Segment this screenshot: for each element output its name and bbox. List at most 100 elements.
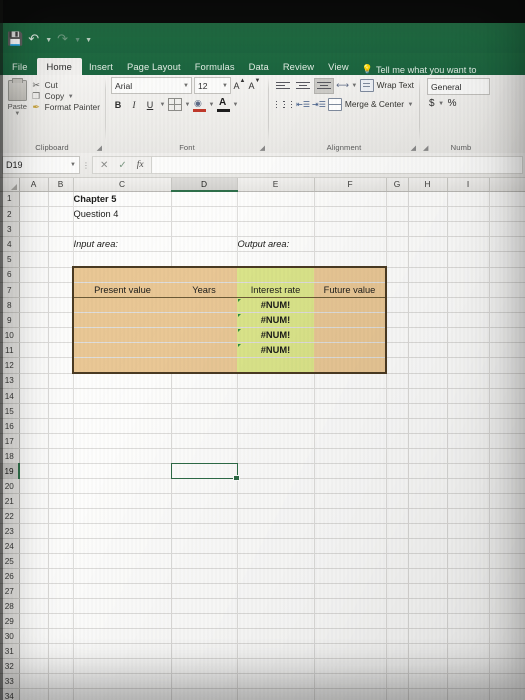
cell-c27[interactable] (73, 583, 172, 599)
cell-h23[interactable] (408, 523, 448, 539)
cell-c24[interactable] (73, 538, 172, 554)
cell-e29[interactable] (237, 613, 315, 629)
cell-f26[interactable] (314, 568, 387, 584)
cell-f34[interactable] (314, 688, 387, 700)
cell-f16[interactable] (314, 418, 387, 434)
wrap-text-button[interactable]: Wrap Text (359, 79, 414, 92)
formula-input[interactable] (150, 156, 523, 174)
cell-a15[interactable] (19, 403, 49, 419)
cell-b25[interactable] (48, 553, 74, 569)
cell-e19[interactable] (237, 463, 315, 479)
fill-color-dropdown-icon[interactable]: ▼ (208, 102, 215, 108)
cell-f11[interactable] (314, 342, 387, 358)
cell-d30[interactable] (171, 628, 238, 644)
cell-f5[interactable] (314, 251, 387, 268)
cell-i29[interactable] (447, 613, 490, 629)
cell-a25[interactable] (19, 553, 49, 569)
cell-i3[interactable] (447, 221, 490, 237)
cell-f18[interactable] (314, 448, 387, 464)
cell-b2[interactable] (48, 206, 74, 222)
paste-dropdown-icon[interactable]: ▼ (14, 111, 20, 117)
font-color-icon[interactable]: A (217, 97, 230, 112)
alignment-dialog-launcher-icon[interactable]: ◢ (411, 144, 416, 152)
cell-c32[interactable] (73, 658, 172, 674)
cell-j33[interactable] (489, 673, 525, 689)
cell-d17[interactable] (171, 433, 238, 449)
cell-g13[interactable] (386, 373, 409, 389)
cell-a2[interactable] (19, 206, 49, 222)
cell-c13[interactable] (73, 373, 172, 389)
cell-a26[interactable] (19, 568, 49, 584)
number-dialog-launcher-icon[interactable]: ◢ (423, 144, 428, 152)
increase-indent-icon[interactable]: ⇥☰ (312, 98, 326, 112)
increase-font-size-icon[interactable]: A▲ (233, 78, 246, 91)
cell-h14[interactable] (408, 388, 448, 404)
cell-e28[interactable] (237, 598, 315, 614)
cell-h12[interactable] (408, 357, 448, 374)
cell-a29[interactable] (19, 613, 49, 629)
merge-dropdown-icon[interactable]: ▼ (407, 102, 414, 108)
cell-c18[interactable] (73, 448, 172, 464)
column-header-a[interactable]: A (19, 177, 49, 192)
currency-dropdown-icon[interactable]: ▼ (438, 101, 445, 107)
cell-i25[interactable] (447, 553, 490, 569)
cell-i16[interactable] (447, 418, 490, 434)
orientation-dropdown-icon[interactable]: ▼ (351, 83, 358, 89)
cell-d18[interactable] (171, 448, 238, 464)
cell-d20[interactable] (171, 478, 238, 494)
cell-b19[interactable] (48, 463, 74, 479)
cell-c15[interactable] (73, 403, 172, 419)
cell-i22[interactable] (447, 508, 490, 524)
cell-b7[interactable] (48, 282, 74, 298)
cell-d34[interactable] (171, 688, 238, 700)
cell-j23[interactable] (489, 523, 525, 539)
cell-d29[interactable] (171, 613, 238, 629)
cut-button[interactable]: ✂ Cut (31, 81, 100, 90)
cell-i9[interactable] (447, 312, 490, 328)
cell-b6[interactable] (48, 267, 74, 283)
cell-g34[interactable] (386, 688, 409, 700)
cell-h3[interactable] (408, 221, 448, 237)
cell-b8[interactable] (48, 297, 74, 313)
font-color-dropdown-icon[interactable]: ▼ (232, 102, 239, 108)
merge-center-button[interactable]: Merge & Center ▼ (327, 98, 414, 111)
cell-c12[interactable] (72, 357, 171, 374)
cell-f3[interactable] (314, 221, 387, 237)
cancel-icon[interactable]: ✕ (100, 160, 108, 171)
cell-h27[interactable] (408, 583, 448, 599)
selected-cell-d19[interactable] (170, 463, 240, 481)
cell-j5[interactable] (489, 251, 525, 268)
check-icon[interactable]: ✓ (118, 160, 126, 171)
cell-b16[interactable] (48, 418, 74, 434)
cell-g15[interactable] (386, 403, 409, 419)
cell-j27[interactable] (489, 583, 525, 599)
cell-j26[interactable] (489, 568, 525, 584)
cell-j31[interactable] (489, 643, 525, 659)
cell-c28[interactable] (73, 598, 172, 614)
cell-e12[interactable] (237, 357, 314, 374)
cell-a17[interactable] (19, 433, 49, 449)
cell-a23[interactable] (19, 523, 49, 539)
cell-j11[interactable] (489, 342, 525, 358)
cell-e16[interactable] (237, 418, 315, 434)
cell-i11[interactable] (447, 342, 490, 358)
cell-c34[interactable] (73, 688, 172, 700)
cell-b12[interactable] (48, 357, 74, 374)
tab-page-layout[interactable]: Page Layout (120, 59, 188, 75)
cell-c3[interactable] (73, 221, 172, 237)
cell-a16[interactable] (19, 418, 49, 434)
cell-d4[interactable] (171, 236, 238, 252)
cell-e17[interactable] (237, 433, 315, 449)
cell-e27[interactable] (237, 583, 315, 599)
cell-i31[interactable] (447, 643, 490, 659)
cell-c11[interactable] (72, 342, 171, 358)
cell-d8[interactable] (171, 297, 237, 313)
cell-j17[interactable] (489, 433, 525, 449)
cell-a14[interactable] (19, 388, 49, 404)
cell-b32[interactable] (48, 658, 74, 674)
cell-i14[interactable] (447, 388, 490, 404)
cell-i12[interactable] (447, 357, 490, 374)
cell-b1[interactable] (48, 191, 74, 207)
cell-j4[interactable] (489, 236, 525, 252)
column-header-f[interactable]: F (314, 177, 387, 192)
